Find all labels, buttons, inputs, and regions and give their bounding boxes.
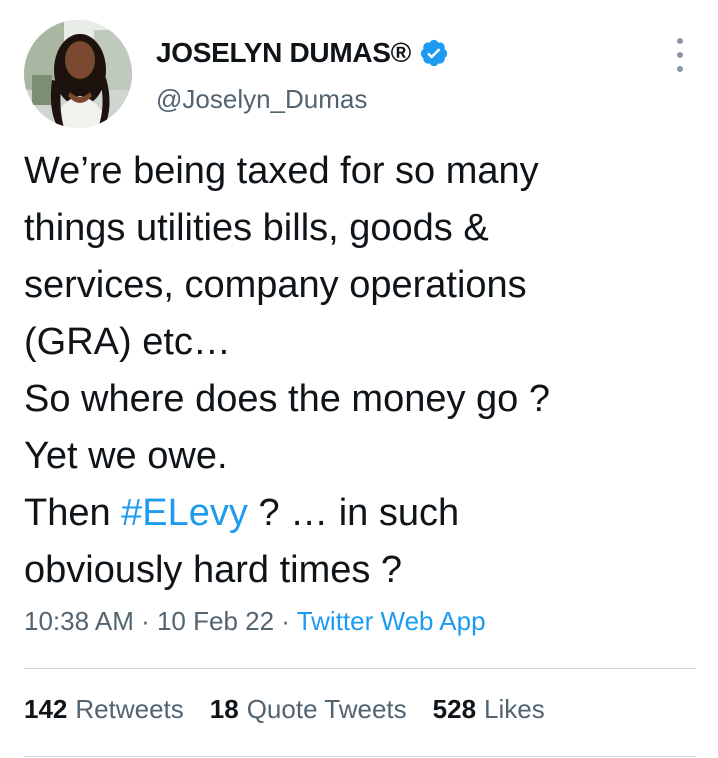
more-dot	[677, 52, 683, 58]
tweet-text: We’re being taxed for so many things uti…	[24, 143, 694, 599]
more-dot	[677, 38, 683, 44]
tweet-line-suffix: ? … in such	[247, 492, 460, 534]
more-vertical-icon[interactable]	[666, 38, 694, 72]
tweet-meta: 10:38 AM · 10 Feb 22 · Twitter Web App	[24, 606, 486, 637]
tweet-source-link[interactable]: Twitter Web App	[297, 606, 486, 636]
tweet-line: things utilities bills, goods &	[24, 207, 489, 249]
tweet-line: We’re being taxed for so many	[24, 150, 539, 192]
likes-label: Likes	[484, 694, 545, 724]
tweet-stats: 142 Retweets 18 Quote Tweets 528 Likes	[24, 694, 571, 725]
tweet-card: JOSELYN DUMAS® @Joselyn_Dumas We’re bein…	[0, 0, 718, 758]
divider	[24, 756, 696, 757]
quote-tweets-label: Quote Tweets	[246, 694, 407, 724]
tweet-line: Yet we owe.	[24, 435, 228, 477]
author-display-name[interactable]: JOSELYN DUMAS®	[156, 37, 411, 69]
quote-tweets-count: 18	[209, 694, 239, 724]
tweet-line-with-hashtag: Then #ELevy ? … in such	[24, 485, 694, 542]
retweets-count: 142	[24, 694, 68, 724]
meta-separator: ·	[274, 606, 297, 636]
tweet-line: (GRA) etc…	[24, 321, 231, 363]
author-handle[interactable]: @Joselyn_Dumas	[156, 84, 367, 115]
divider	[24, 668, 696, 669]
verified-badge-icon	[419, 38, 449, 68]
more-dot	[677, 66, 683, 72]
author-name-row: JOSELYN DUMAS®	[156, 33, 449, 73]
likes-count: 528	[432, 694, 477, 724]
tweet-line-prefix: Then	[24, 492, 122, 534]
tweet-date[interactable]: 10 Feb 22	[157, 606, 274, 636]
tweet-line: obviously hard times ?	[24, 549, 403, 591]
avatar-image	[24, 20, 132, 128]
retweets-stat[interactable]: 142 Retweets	[24, 694, 184, 725]
likes-stat[interactable]: 528 Likes	[433, 694, 545, 725]
meta-separator: ·	[133, 606, 157, 636]
quote-tweets-stat[interactable]: 18 Quote Tweets	[210, 694, 407, 725]
tweet-line: services, company operations	[24, 264, 527, 306]
tweet-time[interactable]: 10:38 AM	[24, 606, 134, 636]
avatar[interactable]	[24, 20, 132, 128]
hashtag-link[interactable]: #ELevy	[121, 492, 248, 534]
retweets-label: Retweets	[75, 694, 184, 724]
tweet-line: So where does the money go ?	[24, 378, 551, 420]
